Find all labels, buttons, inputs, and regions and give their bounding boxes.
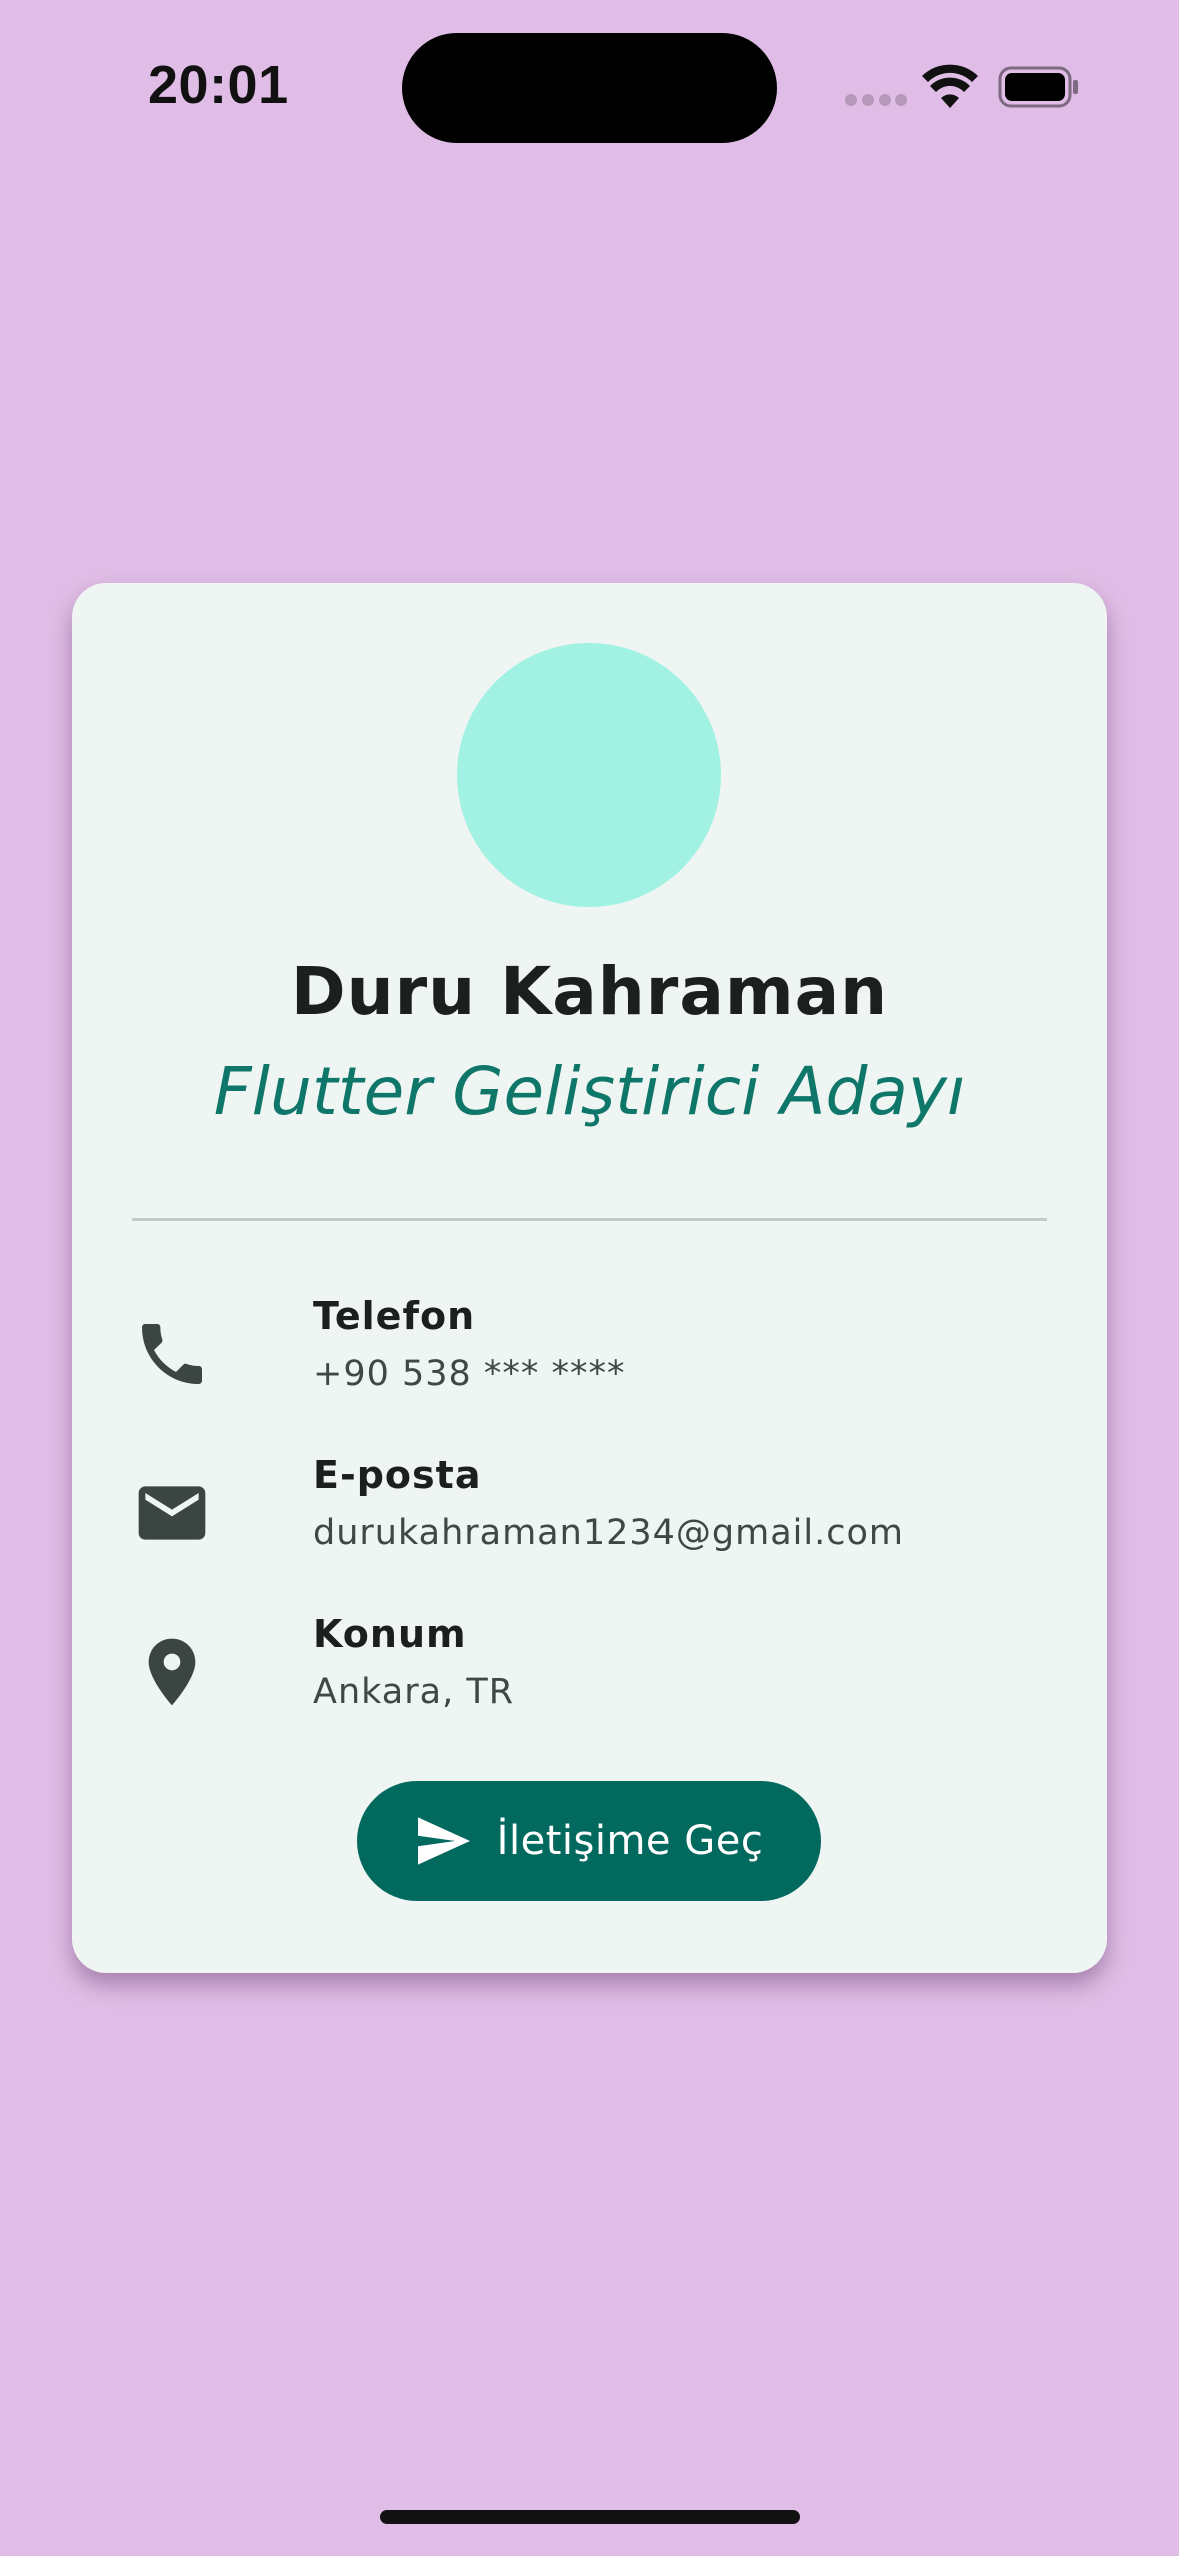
contact-value: durukahraman1234@gmail.com [313,1513,904,1553]
phone-icon [142,1324,202,1384]
battery-icon [998,66,1078,108]
profile-name: Duru Kahraman [290,953,889,1030]
contact-button[interactable]: İletişime Geç [357,1781,821,1901]
dynamic-island [402,33,777,143]
divider [132,1218,1047,1221]
contact-label: Konum [313,1612,467,1656]
contact-value: Ankara, TR [313,1672,515,1712]
contact-row-location[interactable]: Konum Ankara, TR [132,1612,1047,1732]
send-icon [417,1817,470,1865]
contact-value: +90 538 *** **** [313,1354,626,1394]
status-bar-time: 20:01 [148,55,289,115]
contact-button-label: İletişime Geç [496,1818,764,1864]
wifi-icon [922,64,978,108]
contact-row-phone[interactable]: Telefon +90 538 *** **** [132,1294,1047,1414]
profile-card: Duru Kahraman Flutter Geliştirici Adayı … [72,583,1107,1973]
contact-label: Telefon [313,1294,476,1338]
profile-role: Flutter Geliştirici Adayı [213,1053,966,1130]
mail-icon [138,1486,206,1540]
cellular-signal-icon [845,94,907,106]
contact-row-email[interactable]: E-posta durukahraman1234@gmail.com [132,1453,1047,1573]
location-pin-icon [148,1638,196,1706]
contact-label: E-posta [313,1453,482,1497]
home-indicator[interactable] [380,2510,800,2524]
avatar [457,643,721,907]
